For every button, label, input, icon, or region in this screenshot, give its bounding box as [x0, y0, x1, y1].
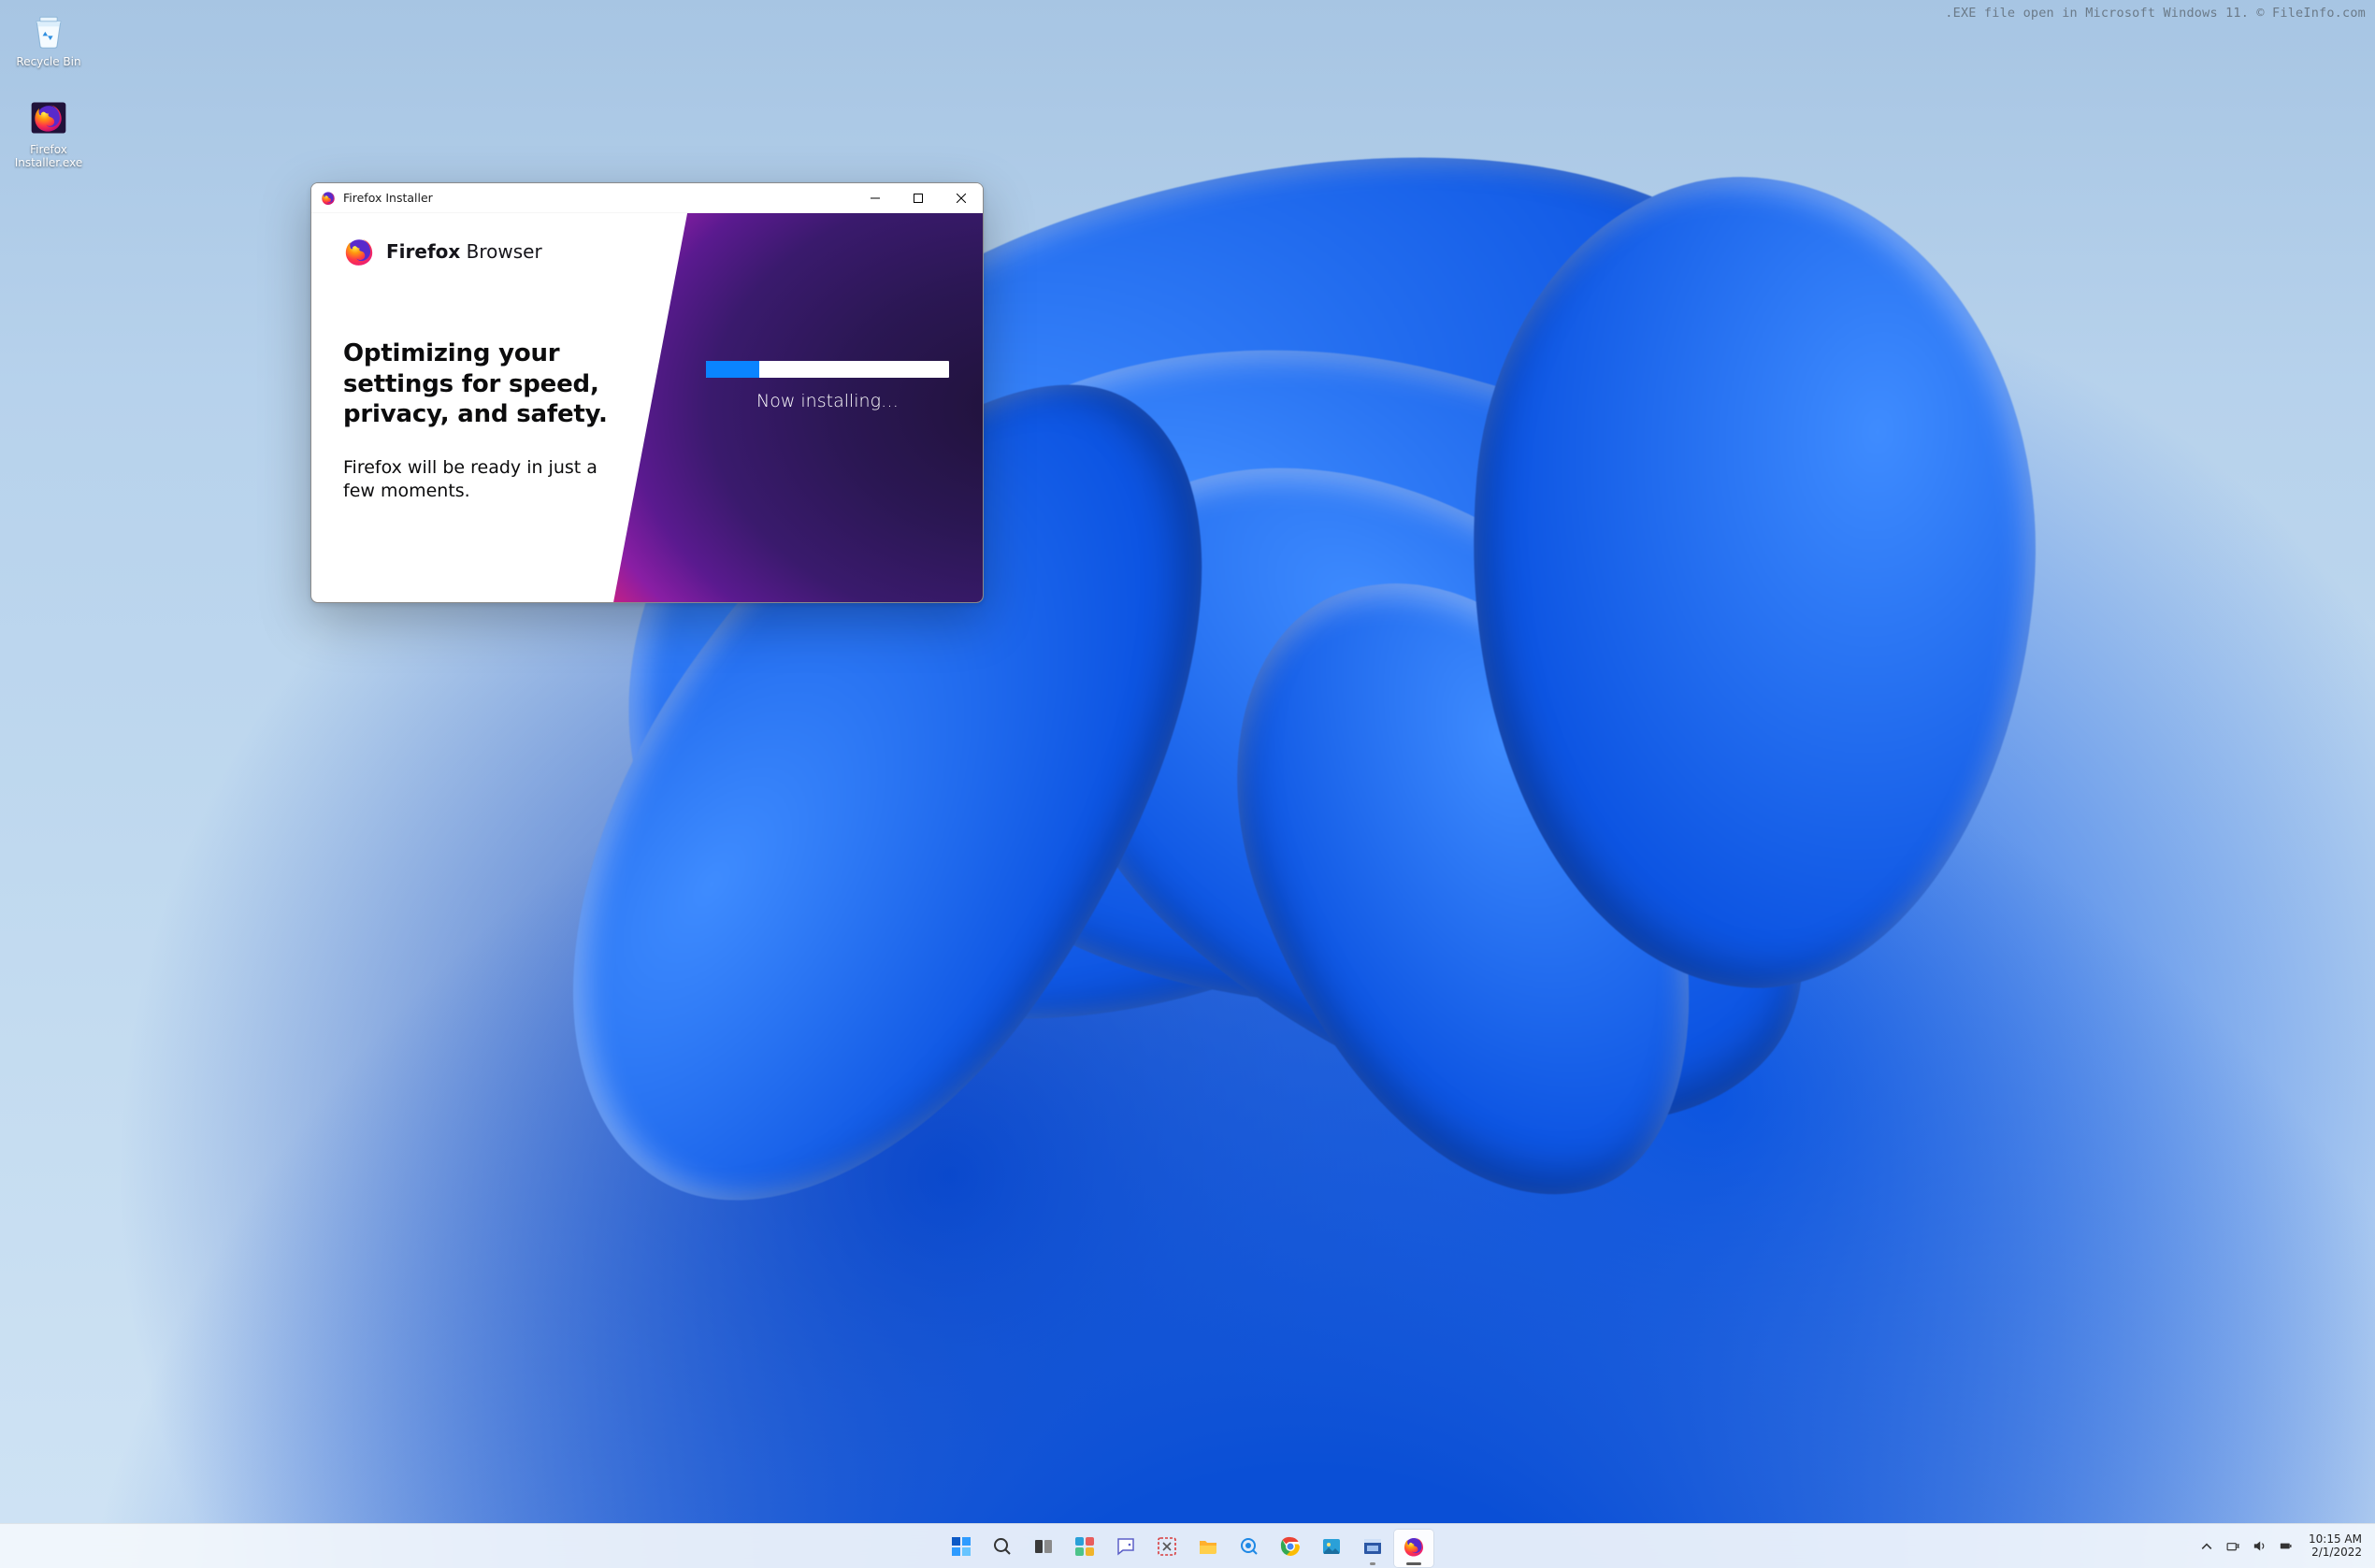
firefox-installer-icon — [26, 95, 71, 140]
desktop-icon-label: Recycle Bin — [16, 56, 80, 69]
snip-icon — [1156, 1535, 1178, 1561]
installer-subtext: Firefox will be ready in just a few mome… — [343, 456, 633, 504]
taskbar-snip[interactable] — [1147, 1530, 1187, 1567]
taskbar-file-explorer[interactable] — [1188, 1530, 1228, 1567]
brand-text: Firefox Browser — [386, 240, 542, 263]
install-progress-fill — [706, 361, 759, 378]
taskbar-search[interactable] — [983, 1530, 1022, 1567]
brand-word-firefox: Firefox — [386, 240, 460, 263]
taskbar-photos[interactable] — [1312, 1530, 1351, 1567]
install-status-text: Now installing… — [706, 391, 949, 411]
taskbar-app-window[interactable] — [1353, 1530, 1392, 1567]
desktop-icon-label: Firefox Installer.exe — [11, 144, 86, 170]
tray-overflow-icon[interactable] — [2198, 1538, 2215, 1555]
maximize-button[interactable] — [897, 183, 940, 212]
installer-headline: Optimizing your settings for speed, priv… — [343, 338, 633, 430]
firefox-installer-window[interactable]: Firefox Installer — [310, 182, 984, 603]
window-title-text: Firefox Installer — [343, 191, 433, 205]
taskbar-chrome[interactable] — [1271, 1530, 1310, 1567]
taskbar-clock[interactable]: 10:15 AM 2/1/2022 — [2303, 1533, 2362, 1560]
brand-word-browser: Browser — [467, 240, 542, 263]
firefox-icon — [321, 191, 336, 206]
firefox-icon — [1403, 1535, 1425, 1561]
task-view-icon — [1032, 1535, 1055, 1561]
chrome-icon — [1279, 1535, 1302, 1561]
desktop-icon-recycle-bin[interactable]: Recycle Bin — [9, 4, 88, 73]
taskbar[interactable]: 10:15 AM 2/1/2022 — [0, 1523, 2375, 1568]
close-button[interactable] — [940, 183, 983, 212]
taskbar-chat[interactable] — [1106, 1530, 1145, 1567]
app-window-icon — [1361, 1535, 1384, 1561]
power-icon[interactable] — [2277, 1538, 2294, 1555]
search-icon — [991, 1535, 1014, 1561]
taskbar-task-view[interactable] — [1024, 1530, 1063, 1567]
desktop-icon-firefox-installer[interactable]: Firefox Installer.exe — [9, 92, 88, 174]
clock-time: 10:15 AM — [2309, 1533, 2362, 1546]
tips-icon — [1238, 1535, 1260, 1561]
firefox-logo-icon — [343, 236, 375, 267]
window-titlebar[interactable]: Firefox Installer — [311, 183, 983, 213]
chat-icon — [1115, 1535, 1137, 1561]
window-controls — [854, 183, 983, 212]
folder-icon — [1197, 1535, 1219, 1561]
desktop-icons: Recycle Bin Firefox Installer.exe — [9, 4, 88, 173]
taskbar-center — [938, 1524, 1437, 1568]
taskbar-firefox-installer[interactable] — [1394, 1530, 1433, 1567]
start-icon — [950, 1535, 972, 1561]
firefox-brand: Firefox Browser — [343, 236, 633, 267]
taskbar-start[interactable] — [942, 1530, 981, 1567]
system-tray[interactable]: 10:15 AM 2/1/2022 — [2198, 1524, 2375, 1568]
install-progress-bar — [706, 361, 949, 378]
taskbar-widgets[interactable] — [1065, 1530, 1104, 1567]
taskbar-tips[interactable] — [1230, 1530, 1269, 1567]
photos-icon — [1320, 1535, 1343, 1561]
clock-date: 2/1/2022 — [2309, 1546, 2362, 1560]
volume-icon[interactable] — [2251, 1538, 2267, 1555]
network-icon[interactable] — [2224, 1538, 2241, 1555]
window-body: Firefox Browser Optimizing your settings… — [311, 213, 983, 602]
widgets-icon — [1073, 1535, 1096, 1561]
minimize-button[interactable] — [854, 183, 897, 212]
desktop[interactable]: .EXE file open in Microsoft Windows 11. … — [0, 0, 2375, 1568]
watermark-text: .EXE file open in Microsoft Windows 11. … — [1945, 6, 2366, 21]
recycle-bin-icon — [26, 7, 71, 52]
